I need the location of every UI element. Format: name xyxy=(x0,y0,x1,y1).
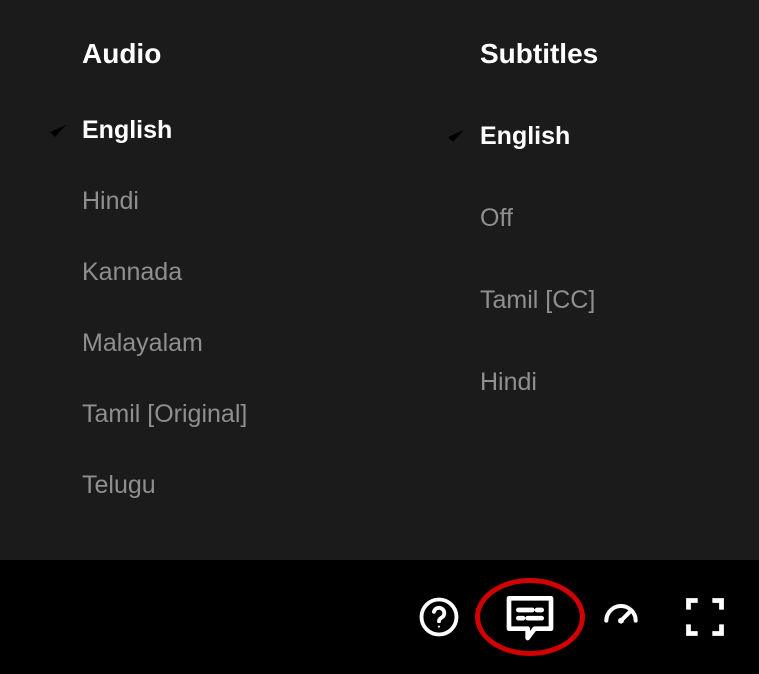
audio-option-label: Tamil [Original] xyxy=(82,400,247,429)
subtitles-option-label: Hindi xyxy=(480,368,537,397)
audio-option-telugu[interactable]: Telugu xyxy=(82,471,460,500)
help-icon xyxy=(418,596,460,638)
audio-option-label: Kannada xyxy=(82,258,182,287)
subtitles-icon xyxy=(502,589,558,645)
audio-option-kannada[interactable]: Kannada xyxy=(82,258,460,287)
check-icon xyxy=(444,124,480,148)
audio-option-hindi[interactable]: Hindi xyxy=(82,187,460,216)
audio-title: Audio xyxy=(82,38,460,70)
audio-option-label: Hindi xyxy=(82,187,139,216)
subtitles-option-label: Off xyxy=(480,204,513,233)
audio-option-malayalam[interactable]: Malayalam xyxy=(82,329,460,358)
audio-column: Audio English Hindi Kannada Malayalam Ta… xyxy=(0,38,460,540)
subtitles-title: Subtitles xyxy=(480,38,598,70)
audio-option-tamil-original[interactable]: Tamil [Original] xyxy=(82,400,460,429)
subtitles-option-off[interactable]: Off xyxy=(480,198,598,238)
subtitles-column: Subtitles English Off Tamil [CC] Hindi xyxy=(460,38,598,540)
fullscreen-icon xyxy=(683,595,727,639)
audio-option-label: English xyxy=(82,116,172,145)
subtitles-option-hindi[interactable]: Hindi xyxy=(480,362,598,402)
playback-speed-button[interactable] xyxy=(597,593,645,641)
subtitles-option-tamil-cc[interactable]: Tamil [CC] xyxy=(480,280,598,320)
subtitles-option-english[interactable]: English xyxy=(480,116,598,156)
player-control-bar xyxy=(0,560,759,674)
subtitles-option-label: Tamil [CC] xyxy=(480,286,595,315)
subtitles-option-label: English xyxy=(480,122,570,151)
speed-icon xyxy=(599,595,643,639)
audio-option-label: Malayalam xyxy=(82,329,203,358)
audio-option-english[interactable]: English xyxy=(82,116,460,145)
audio-option-label: Telugu xyxy=(82,471,156,500)
subtitles-button[interactable] xyxy=(499,593,561,641)
fullscreen-button[interactable] xyxy=(681,593,729,641)
help-button[interactable] xyxy=(415,593,463,641)
audio-subtitles-panel: Audio English Hindi Kannada Malayalam Ta… xyxy=(0,0,759,560)
check-icon xyxy=(46,119,82,143)
